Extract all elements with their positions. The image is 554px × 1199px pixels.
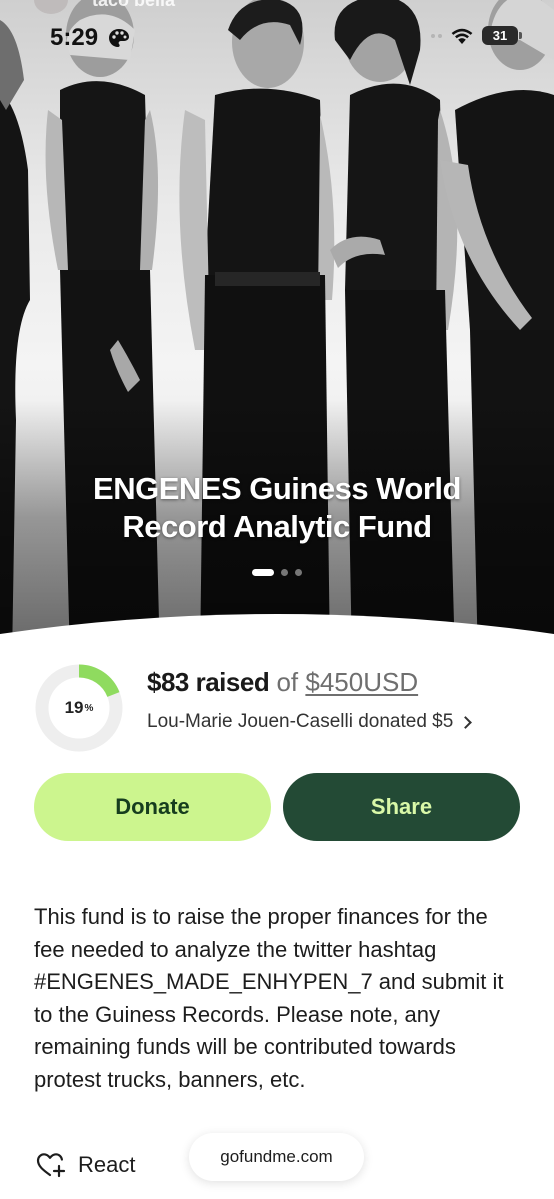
wifi-icon [451,28,473,44]
goal-amount[interactable]: $450USD [305,667,418,697]
palette-icon [109,29,129,47]
recent-donation-link[interactable]: Lou-Marie Jouen-Caselli donated $5 [147,711,473,733]
progress-percent: 19% [64,698,94,717]
campaign-hero-image[interactable]: taco bella 5:29 31 ENGENES Guiness World… [0,0,554,660]
story-username: taco bella [92,0,176,10]
heart-plus-icon [36,1153,66,1178]
raised-summary: $83 raised of $450USD [147,665,418,699]
carousel-dot-2[interactable] [281,569,288,576]
carousel-dot-3[interactable] [295,569,302,576]
url-pill[interactable]: gofundme.com [189,1133,364,1181]
hero-bottom-curve [0,614,554,660]
recent-donation-text: Lou-Marie Jouen-Caselli donated $5 [147,711,454,732]
carousel-dots[interactable] [0,569,554,576]
carousel-dot-1[interactable] [252,569,274,576]
react-button[interactable]: React [36,1151,135,1179]
react-label: React [78,1152,136,1177]
donate-button[interactable]: Donate [34,773,271,841]
campaign-title: ENGENES Guiness World Record Analytic Fu… [93,471,461,544]
share-button[interactable]: Share [283,773,520,841]
chevron-right-icon [459,716,473,729]
raised-amount: $83 raised [147,667,270,697]
cellular-signal-icon [431,33,442,38]
status-icons: 31 [431,26,522,45]
status-time: 5:29 [50,24,99,51]
campaign-description: This fund is to raise the proper finance… [34,904,504,1092]
battery-indicator: 31 [482,26,522,45]
raised-of: of [276,667,299,697]
